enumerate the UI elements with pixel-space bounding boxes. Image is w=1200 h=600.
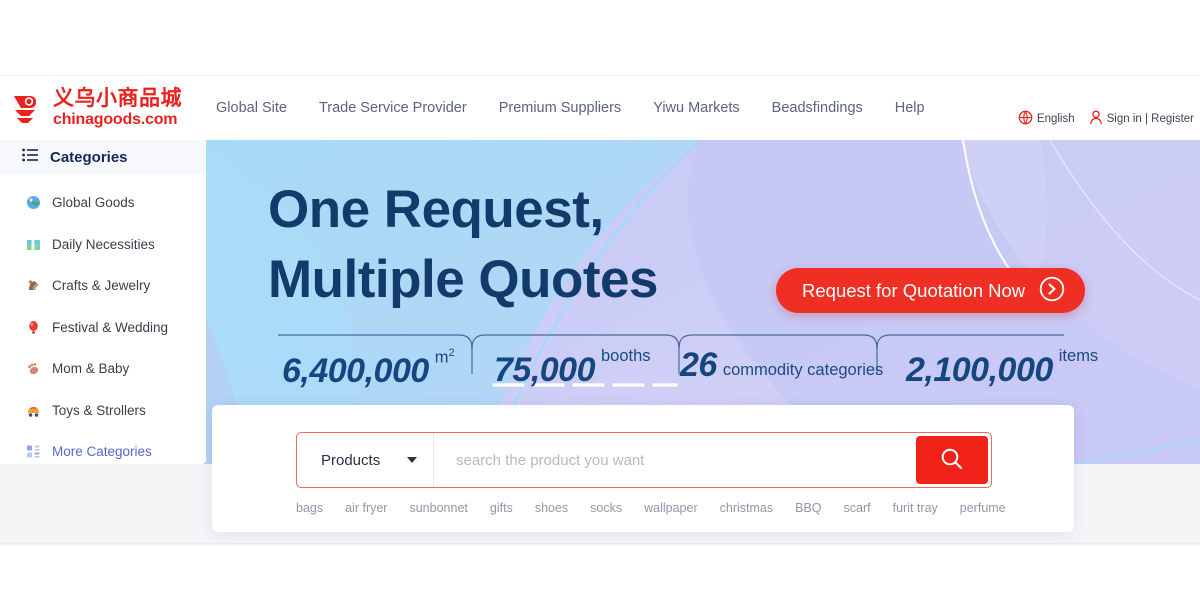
request-quotation-button[interactable]: Request for Quotation Now (776, 268, 1086, 313)
chinagoods-logo-mark (10, 89, 48, 127)
toy-icon (26, 403, 41, 418)
sidebar-label-mom-baby: Mom & Baby (52, 361, 130, 377)
hot-word-socks[interactable]: socks (590, 501, 622, 515)
nav-item-beadsfindings[interactable]: Beadsfindings (756, 94, 879, 122)
sidebar-item-festival-wedding[interactable]: Festival & Wedding (0, 307, 206, 349)
globe-icon (1018, 110, 1033, 128)
stat-area: 6,400,000 m2 (282, 347, 455, 390)
sidebar-item-daily-necessities[interactable]: Daily Necessities (0, 224, 206, 266)
crafts-icon (26, 278, 41, 293)
categories-sidebar: Categories Global Goods Daily Necessitie… (0, 140, 206, 464)
stat-items-value: 2,100,000 (906, 350, 1053, 389)
browser-top-strip (0, 0, 1200, 76)
hot-word-bbq[interactable]: BBQ (795, 501, 821, 515)
user-icon (1089, 110, 1103, 128)
hero-stats: 6,400,000 m2 75,000 booths 26 commodity … (276, 330, 1098, 400)
hot-word-perfume[interactable]: perfume (960, 501, 1006, 515)
account-label: Sign in | Register (1106, 113, 1194, 125)
headline-line-1: One Request, (268, 180, 604, 239)
arrow-circle-right-icon (1039, 276, 1065, 305)
sidebar-item-global-goods[interactable]: Global Goods (0, 182, 206, 224)
stat-categories-value: 26 (680, 346, 717, 384)
stat-booths-value: 75,000 (494, 350, 596, 389)
stat-categories-unit: commodity categories (722, 361, 884, 380)
logo-text-en: chinagoods.com (53, 111, 178, 128)
page-bottom-shadow (0, 543, 1200, 546)
sidebar-label-festival-wedding: Festival & Wedding (52, 319, 169, 335)
stat-items-unit: items (1058, 347, 1099, 365)
stat-items: 2,100,000 items (906, 348, 1098, 387)
hot-word-shoes[interactable]: shoes (535, 501, 568, 515)
sidebar-item-crafts-jewelry[interactable]: Crafts & Jewelry (0, 265, 206, 307)
search-icon (939, 446, 965, 475)
search-submit-button[interactable] (916, 436, 988, 484)
search-card: Products bags air fryer sunbonnet gifts … (212, 405, 1074, 532)
hot-word-sunbonnet[interactable]: sunbonnet (409, 501, 467, 515)
search-bar: Products (296, 432, 992, 488)
globe-goods-icon (26, 195, 41, 210)
box-icon (26, 237, 41, 252)
chevron-down-icon (407, 457, 417, 463)
sidebar-label-crafts-jewelry: Crafts & Jewelry (52, 278, 151, 294)
sidebar-item-mom-baby[interactable]: Mom & Baby (0, 348, 206, 390)
nav-item-premium-suppliers[interactable]: Premium Suppliers (483, 94, 638, 122)
nav-item-help[interactable]: Help (879, 94, 941, 122)
request-quotation-label: Request for Quotation Now (802, 279, 1026, 301)
site-logo[interactable]: 义乌小商品城 chinagoods.com (0, 88, 200, 128)
stat-area-unit: m2 (434, 347, 455, 367)
sidebar-label-global-goods: Global Goods (52, 195, 135, 211)
header-actions: English Sign in | Register (1018, 76, 1200, 140)
headline-line-2: Multiple Quotes (268, 249, 659, 309)
sidebar-label-toys-strollers: Toys & Strollers (52, 402, 146, 418)
language-selector[interactable]: English (1018, 110, 1075, 128)
main-nav: Global Site Trade Service Provider Premi… (200, 94, 1018, 122)
search-category-select[interactable]: Products (297, 433, 434, 487)
stat-booths-unit: booths (601, 347, 651, 365)
stat-categories: 26 commodity categories (680, 348, 883, 382)
grid-icon (26, 444, 41, 459)
language-label: English (1036, 113, 1075, 125)
hero-headline: One Request, Multiple Quotes (268, 175, 659, 315)
hot-word-christmas[interactable]: christmas (720, 501, 773, 515)
search-input[interactable] (434, 433, 916, 487)
sidebar-label-more-categories: More Categories (52, 444, 152, 460)
sidebar-item-more-categories[interactable]: More Categories (0, 431, 206, 473)
hot-word-air-fryer[interactable]: air fryer (345, 501, 387, 515)
nav-item-global-site[interactable]: Global Site (200, 94, 303, 122)
category-list: Global Goods Daily Necessities Crafts & … (0, 174, 206, 473)
hot-word-gifts[interactable]: gifts (490, 501, 513, 515)
signin-register[interactable]: Sign in | Register (1089, 110, 1194, 128)
stat-booths: 75,000 booths (494, 348, 651, 387)
hot-word-wallpaper[interactable]: wallpaper (644, 501, 698, 515)
sidebar-label-daily-necessities: Daily Necessities (52, 236, 155, 252)
list-icon (22, 148, 38, 167)
hot-word-furit-tray[interactable]: furit tray (893, 501, 938, 515)
hot-word-bags[interactable]: bags (296, 501, 323, 515)
nav-item-trade-service[interactable]: Trade Service Provider (303, 94, 483, 122)
categories-title: Categories (50, 148, 128, 166)
hot-search-words: bags air fryer sunbonnet gifts shoes soc… (296, 501, 1006, 515)
balloon-icon (26, 320, 41, 335)
categories-header[interactable]: Categories (0, 140, 206, 174)
search-category-value: Products (321, 451, 381, 469)
site-header: 义乌小商品城 chinagoods.com Global Site Trade … (0, 76, 1200, 140)
logo-text-cn: 义乌小商品城 (53, 87, 182, 110)
hot-word-scarf[interactable]: scarf (844, 501, 871, 515)
baby-icon (26, 361, 41, 376)
sidebar-item-toys-strollers[interactable]: Toys & Strollers (0, 390, 206, 432)
nav-item-yiwu-markets[interactable]: Yiwu Markets (637, 94, 755, 122)
stat-area-value: 6,400,000 (282, 352, 429, 390)
